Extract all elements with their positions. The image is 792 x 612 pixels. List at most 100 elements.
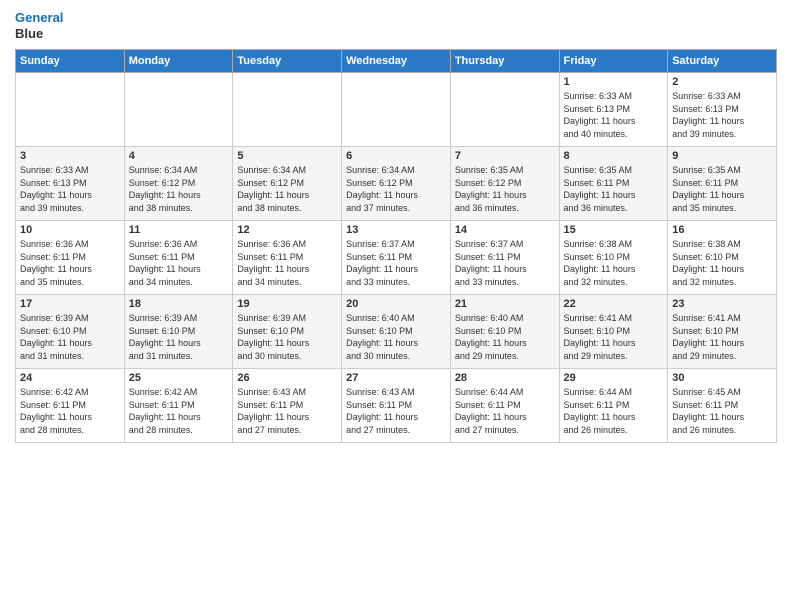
calendar-cell: 22Sunrise: 6:41 AM Sunset: 6:10 PM Dayli… <box>559 295 668 369</box>
page-header: General Blue GeneralBlue <box>15 10 777 41</box>
day-number: 8 <box>564 150 664 162</box>
day-number: 9 <box>672 150 772 162</box>
calendar-table: SundayMondayTuesdayWednesdayThursdayFrid… <box>15 49 777 443</box>
day-number: 10 <box>20 224 120 236</box>
day-info: Sunrise: 6:40 AM Sunset: 6:10 PM Dayligh… <box>455 312 555 362</box>
week-row-4: 17 Sunrise: 6:39 AM Sunset: 6:10 PM Dayli… <box>16 295 777 369</box>
day-number: 2 <box>672 76 772 88</box>
day-number: 23 <box>672 298 772 310</box>
day-number: 27 <box>346 372 446 384</box>
day-info: Sunrise: 6:37 AM Sunset: 6:11 PM Dayligh… <box>455 238 555 288</box>
calendar-cell <box>16 73 125 147</box>
calendar-cell: 30 Sunrise: 6:45 AM Sunset: 6:11 PM Dayli… <box>668 369 777 443</box>
day-number: 13 <box>346 224 446 236</box>
day-number: 4 <box>129 150 229 162</box>
day-info: Sunrise: 6:44 AM Sunset: 6:11 PM Dayligh… <box>455 386 555 436</box>
week-row-3: 10 Sunrise: 6:36 AM Sunset: 6:11 PM Dayli… <box>16 221 777 295</box>
day-info: Sunrise: 6:37 AM Sunset: 6:11 PM Dayligh… <box>346 238 446 288</box>
day-info: Sunrise: 6:34 AM Sunset: 6:12 PM Dayligh… <box>346 164 446 214</box>
calendar-cell <box>124 73 233 147</box>
calendar-cell: 3 Sunrise: 6:33 AM Sunset: 6:13 PM Daylig… <box>16 147 125 221</box>
calendar-cell: 1Sunrise: 6:33 AM Sunset: 6:13 PM Daylig… <box>559 73 668 147</box>
day-number: 22 <box>564 298 664 310</box>
day-info: Sunrise: 6:45 AM Sunset: 6:11 PM Dayligh… <box>672 386 772 436</box>
week-row-2: 3 Sunrise: 6:33 AM Sunset: 6:13 PM Daylig… <box>16 147 777 221</box>
calendar-cell: 24Sunrise: 6:42 AM Sunset: 6:11 PM Dayli… <box>16 369 125 443</box>
day-info: Sunrise: 6:42 AM Sunset: 6:11 PM Dayligh… <box>129 386 229 436</box>
calendar-cell: 17 Sunrise: 6:39 AM Sunset: 6:10 PM Dayli… <box>16 295 125 369</box>
header-row: SundayMondayTuesdayWednesdayThursdayFrid… <box>16 50 777 73</box>
week-row-1: 1Sunrise: 6:33 AM Sunset: 6:13 PM Daylig… <box>16 73 777 147</box>
day-info: Sunrise: 6:39 AM Sunset: 6:10 PM Dayligh… <box>20 312 120 362</box>
day-number: 14 <box>455 224 555 236</box>
calendar-cell: 9 Sunrise: 6:35 AM Sunset: 6:11 PM Daylig… <box>668 147 777 221</box>
calendar-cell: 13 Sunrise: 6:37 AM Sunset: 6:11 PM Dayli… <box>342 221 451 295</box>
calendar-cell: 25 Sunrise: 6:42 AM Sunset: 6:11 PM Dayli… <box>124 369 233 443</box>
calendar-cell: 12 Sunrise: 6:36 AM Sunset: 6:11 PM Dayli… <box>233 221 342 295</box>
day-info: Sunrise: 6:41 AM Sunset: 6:10 PM Dayligh… <box>672 312 772 362</box>
day-info: Sunrise: 6:33 AM Sunset: 6:13 PM Dayligh… <box>20 164 120 214</box>
calendar-cell: 10 Sunrise: 6:36 AM Sunset: 6:11 PM Dayli… <box>16 221 125 295</box>
day-info: Sunrise: 6:39 AM Sunset: 6:10 PM Dayligh… <box>237 312 337 362</box>
day-number: 5 <box>237 150 337 162</box>
day-info: Sunrise: 6:40 AM Sunset: 6:10 PM Dayligh… <box>346 312 446 362</box>
day-number: 18 <box>129 298 229 310</box>
day-info: Sunrise: 6:33 AM Sunset: 6:13 PM Dayligh… <box>564 90 664 140</box>
day-info: Sunrise: 6:34 AM Sunset: 6:12 PM Dayligh… <box>129 164 229 214</box>
day-number: 6 <box>346 150 446 162</box>
day-info: Sunrise: 6:38 AM Sunset: 6:10 PM Dayligh… <box>564 238 664 288</box>
calendar-cell: 27Sunrise: 6:43 AM Sunset: 6:11 PM Dayli… <box>342 369 451 443</box>
day-info: Sunrise: 6:44 AM Sunset: 6:11 PM Dayligh… <box>564 386 664 436</box>
day-info: Sunrise: 6:33 AM Sunset: 6:13 PM Dayligh… <box>672 90 772 140</box>
header-cell-tuesday: Tuesday <box>233 50 342 73</box>
calendar-cell <box>233 73 342 147</box>
day-number: 17 <box>20 298 120 310</box>
day-number: 12 <box>237 224 337 236</box>
logo: General Blue GeneralBlue <box>15 10 63 41</box>
day-number: 30 <box>672 372 772 384</box>
calendar-cell: 20 Sunrise: 6:40 AM Sunset: 6:10 PM Dayli… <box>342 295 451 369</box>
calendar-cell: 11 Sunrise: 6:36 AM Sunset: 6:11 PM Dayli… <box>124 221 233 295</box>
calendar-cell: 2 Sunrise: 6:33 AM Sunset: 6:13 PM Daylig… <box>668 73 777 147</box>
day-info: Sunrise: 6:35 AM Sunset: 6:11 PM Dayligh… <box>564 164 664 214</box>
calendar-cell: 19Sunrise: 6:39 AM Sunset: 6:10 PM Dayli… <box>233 295 342 369</box>
calendar-cell: 29 Sunrise: 6:44 AM Sunset: 6:11 PM Dayli… <box>559 369 668 443</box>
calendar-cell: 28 Sunrise: 6:44 AM Sunset: 6:11 PM Dayli… <box>450 369 559 443</box>
calendar-cell: 6 Sunrise: 6:34 AM Sunset: 6:12 PM Daylig… <box>342 147 451 221</box>
calendar-cell: 16Sunrise: 6:38 AM Sunset: 6:10 PM Dayli… <box>668 221 777 295</box>
day-number: 7 <box>455 150 555 162</box>
header-cell-thursday: Thursday <box>450 50 559 73</box>
logo-text: GeneralBlue <box>15 10 63 41</box>
header-cell-sunday: Sunday <box>16 50 125 73</box>
day-number: 15 <box>564 224 664 236</box>
week-row-5: 24Sunrise: 6:42 AM Sunset: 6:11 PM Dayli… <box>16 369 777 443</box>
day-number: 29 <box>564 372 664 384</box>
day-number: 11 <box>129 224 229 236</box>
header-cell-friday: Friday <box>559 50 668 73</box>
day-number: 20 <box>346 298 446 310</box>
day-info: Sunrise: 6:35 AM Sunset: 6:11 PM Dayligh… <box>672 164 772 214</box>
calendar-cell: 15 Sunrise: 6:38 AM Sunset: 6:10 PM Dayli… <box>559 221 668 295</box>
calendar-cell: 4 Sunrise: 6:34 AM Sunset: 6:12 PM Daylig… <box>124 147 233 221</box>
day-info: Sunrise: 6:42 AM Sunset: 6:11 PM Dayligh… <box>20 386 120 436</box>
calendar-cell: 8 Sunrise: 6:35 AM Sunset: 6:11 PM Daylig… <box>559 147 668 221</box>
header-cell-saturday: Saturday <box>668 50 777 73</box>
day-info: Sunrise: 6:36 AM Sunset: 6:11 PM Dayligh… <box>237 238 337 288</box>
header-cell-wednesday: Wednesday <box>342 50 451 73</box>
calendar-cell: 21Sunrise: 6:40 AM Sunset: 6:10 PM Dayli… <box>450 295 559 369</box>
day-number: 3 <box>20 150 120 162</box>
calendar-cell: 14 Sunrise: 6:37 AM Sunset: 6:11 PM Dayli… <box>450 221 559 295</box>
day-number: 25 <box>129 372 229 384</box>
page-container: General Blue GeneralBlue SundayMondayTue… <box>0 0 792 453</box>
header-cell-monday: Monday <box>124 50 233 73</box>
calendar-cell: 23 Sunrise: 6:41 AM Sunset: 6:10 PM Dayli… <box>668 295 777 369</box>
calendar-cell: 18Sunrise: 6:39 AM Sunset: 6:10 PM Dayli… <box>124 295 233 369</box>
calendar-cell <box>450 73 559 147</box>
day-number: 16 <box>672 224 772 236</box>
day-info: Sunrise: 6:34 AM Sunset: 6:12 PM Dayligh… <box>237 164 337 214</box>
calendar-cell: 5 Sunrise: 6:34 AM Sunset: 6:12 PM Daylig… <box>233 147 342 221</box>
day-info: Sunrise: 6:36 AM Sunset: 6:11 PM Dayligh… <box>129 238 229 288</box>
day-info: Sunrise: 6:36 AM Sunset: 6:11 PM Dayligh… <box>20 238 120 288</box>
day-info: Sunrise: 6:35 AM Sunset: 6:12 PM Dayligh… <box>455 164 555 214</box>
day-number: 28 <box>455 372 555 384</box>
